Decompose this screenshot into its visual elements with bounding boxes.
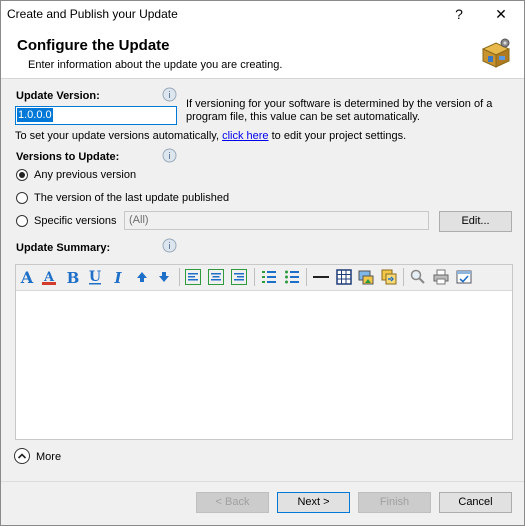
cancel-button[interactable]: Cancel bbox=[439, 492, 512, 513]
next-button[interactable]: Next > bbox=[277, 492, 350, 513]
update-version-value: 1.0.0.0 bbox=[17, 108, 53, 122]
svg-text:A: A bbox=[20, 268, 34, 286]
italic-icon[interactable]: I bbox=[109, 268, 127, 287]
page-title: Configure the Update bbox=[17, 37, 170, 54]
update-version-label: Update Version: bbox=[16, 90, 100, 102]
find-icon[interactable] bbox=[409, 268, 427, 286]
toolbar-separator bbox=[179, 268, 180, 286]
click-here-link[interactable]: click here bbox=[222, 130, 268, 142]
radio-specific-versions[interactable] bbox=[16, 215, 28, 227]
bullet-list-icon[interactable] bbox=[283, 268, 301, 286]
horizontal-rule-icon[interactable] bbox=[312, 268, 330, 286]
bold-icon[interactable]: B bbox=[64, 268, 82, 287]
svg-text:i: i bbox=[168, 242, 171, 252]
wizard-header: Configure the Update Enter information a… bbox=[1, 27, 524, 79]
editor-toolbar: A A B U I bbox=[16, 265, 512, 291]
toolbar-separator bbox=[306, 268, 307, 286]
svg-text:i: i bbox=[168, 91, 171, 101]
font-color-icon[interactable]: A bbox=[40, 268, 58, 286]
dialog-window: Create and Publish your Update ? ✕ Confi… bbox=[0, 0, 525, 526]
info-icon[interactable]: i bbox=[162, 87, 177, 102]
radio-specific-versions-label[interactable]: Specific versions bbox=[34, 215, 117, 227]
edit-versions-button[interactable]: Edit... bbox=[439, 211, 512, 232]
auto-version-suffix: to edit your project settings. bbox=[271, 130, 407, 142]
numbered-list-icon[interactable] bbox=[260, 268, 278, 286]
back-button[interactable]: < Back bbox=[196, 492, 269, 513]
svg-text:i: i bbox=[168, 152, 171, 162]
svg-text:U: U bbox=[89, 269, 101, 285]
align-center-icon[interactable] bbox=[207, 268, 225, 286]
info-icon[interactable]: i bbox=[162, 238, 177, 253]
font-icon[interactable]: A bbox=[18, 268, 36, 287]
print-icon[interactable] bbox=[432, 268, 450, 286]
insert-image-icon[interactable] bbox=[357, 268, 375, 286]
page-subtitle: Enter information about the update you a… bbox=[28, 59, 283, 71]
spellcheck-icon[interactable] bbox=[455, 268, 473, 286]
svg-text:I: I bbox=[113, 269, 122, 286]
toolbar-separator bbox=[403, 268, 404, 286]
update-summary-label: Update Summary: bbox=[16, 242, 111, 254]
info-icon[interactable]: i bbox=[162, 148, 177, 163]
radio-last-published-label[interactable]: The version of the last update published bbox=[34, 192, 229, 204]
window-title: Create and Publish your Update bbox=[7, 7, 178, 21]
finish-button[interactable]: Finish bbox=[358, 492, 431, 513]
radio-any-previous-label[interactable]: Any previous version bbox=[34, 169, 136, 181]
chevron-up-icon[interactable] bbox=[14, 448, 30, 464]
close-button[interactable]: ✕ bbox=[481, 1, 521, 27]
version-help-text: If versioning for your software is deter… bbox=[186, 98, 493, 123]
radio-any-previous[interactable] bbox=[16, 169, 28, 181]
help-button[interactable]: ? bbox=[439, 1, 479, 27]
package-wizard-icon bbox=[481, 38, 511, 68]
auto-version-prefix: To set your update versions automaticall… bbox=[15, 130, 220, 142]
increase-size-icon[interactable] bbox=[133, 268, 151, 286]
more-label[interactable]: More bbox=[36, 451, 61, 463]
svg-text:B: B bbox=[67, 269, 80, 286]
radio-last-published[interactable] bbox=[16, 192, 28, 204]
align-right-icon[interactable] bbox=[230, 268, 248, 286]
decrease-size-icon[interactable] bbox=[155, 268, 173, 286]
underline-icon[interactable]: U bbox=[86, 268, 104, 286]
versions-to-update-label: Versions to Update: bbox=[16, 151, 120, 163]
auto-version-text: To set your update versions automaticall… bbox=[15, 130, 406, 142]
summary-editor: A A B U I bbox=[15, 264, 513, 440]
align-left-icon[interactable] bbox=[184, 268, 202, 286]
update-version-input[interactable]: 1.0.0.0 bbox=[15, 106, 177, 125]
table-icon[interactable] bbox=[335, 268, 353, 286]
summary-text-area[interactable] bbox=[16, 291, 512, 439]
title-bar: Create and Publish your Update ? ✕ bbox=[1, 1, 524, 27]
specific-versions-field: (All) bbox=[124, 211, 429, 230]
footer-divider bbox=[1, 481, 524, 482]
insert-link-icon[interactable] bbox=[380, 268, 398, 286]
toolbar-separator bbox=[254, 268, 255, 286]
